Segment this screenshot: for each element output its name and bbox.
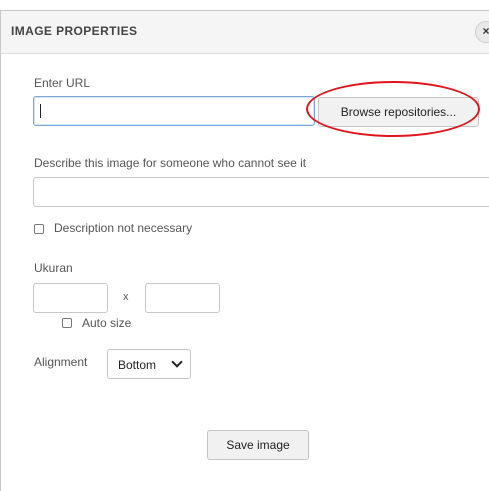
url-label: Enter URL xyxy=(34,76,91,90)
url-input[interactable] xyxy=(33,96,315,126)
highlight-ellipse xyxy=(306,81,480,137)
text-caret xyxy=(40,104,41,118)
save-image-button[interactable]: Save image xyxy=(207,430,309,460)
close-button[interactable]: × xyxy=(475,21,489,43)
description-input[interactable] xyxy=(33,177,489,207)
width-input[interactable] xyxy=(33,283,108,313)
height-input[interactable] xyxy=(145,283,220,313)
dialog-title: IMAGE PROPERTIES xyxy=(11,24,138,38)
alignment-label: Alignment xyxy=(34,355,88,369)
description-label: Describe this image for someone who cann… xyxy=(34,156,307,170)
auto-size-checkbox[interactable] xyxy=(62,318,72,328)
description-not-necessary-checkbox[interactable] xyxy=(34,224,44,234)
alignment-select[interactable]: Bottom xyxy=(107,349,191,379)
description-not-necessary-label: Description not necessary xyxy=(54,221,193,235)
alignment-selected-value: Bottom xyxy=(118,358,157,372)
auto-size-label: Auto size xyxy=(82,316,132,330)
size-label: Ukuran xyxy=(34,261,73,275)
dialog-titlebar: IMAGE PROPERTIES × xyxy=(1,11,489,54)
size-separator: x xyxy=(123,291,129,303)
close-icon: × xyxy=(482,24,489,38)
chevron-down-icon xyxy=(171,356,183,368)
